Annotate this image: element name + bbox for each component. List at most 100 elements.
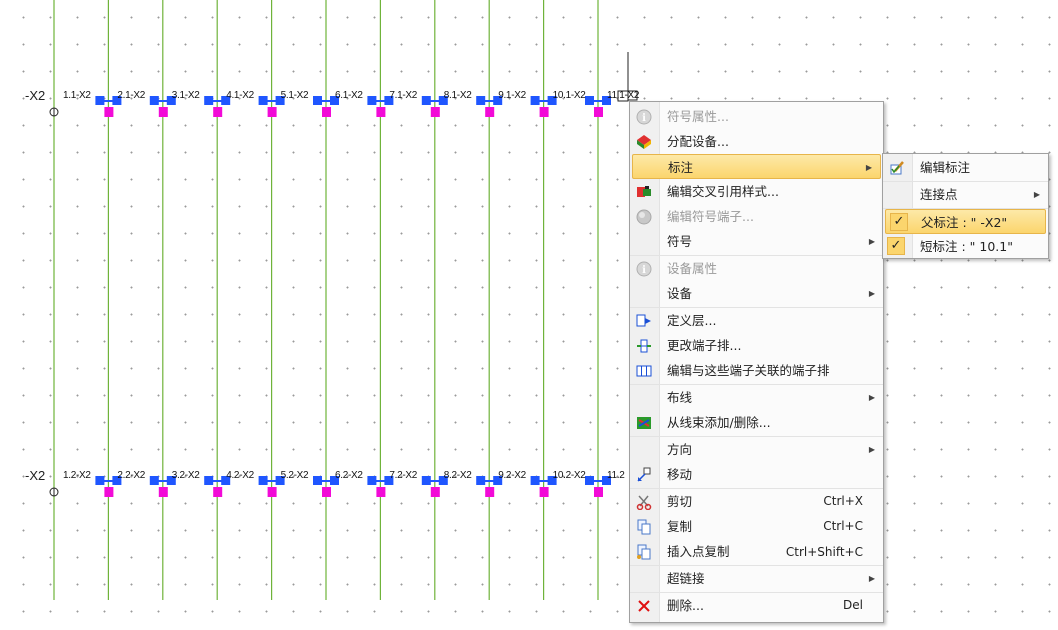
terminal-pin-bottom-10 — [594, 487, 603, 497]
submenu-arrow-icon: ▶ — [868, 574, 875, 583]
terminal-pin-top-5 — [322, 107, 331, 117]
menu-item-10[interactable]: 更改端子排... — [630, 333, 883, 358]
move-icon — [636, 467, 652, 483]
menu-item-label: 超链接 — [667, 571, 705, 586]
strip-label-top[interactable]: -X2 — [25, 88, 45, 103]
terminal-pin-top-2 — [158, 107, 168, 117]
menu-item-label: 设备 — [667, 286, 693, 301]
menu-item-2[interactable]: 分配设备... — [630, 129, 883, 154]
terminal-label[interactable]: 11.2 — [607, 470, 625, 481]
terminal-left-top-9 — [530, 96, 540, 105]
submenu-item-3[interactable]: ✓ 父标注 : " -X2" — [885, 209, 1046, 234]
menu-item-19[interactable]: 超链接 ▶ — [630, 566, 883, 593]
terminal-left-top-6 — [367, 96, 377, 105]
terminal-label[interactable]: 7.2-X2 — [389, 470, 417, 481]
terminal-label[interactable]: 6.2-X2 — [335, 470, 363, 481]
terminal-label[interactable]: 2.2-X2 — [117, 470, 145, 481]
delete-icon — [636, 598, 652, 614]
terminal-label[interactable]: 2.1-X2 — [117, 90, 145, 101]
menu-item-label: 从线束添加/删除... — [667, 415, 771, 430]
menu-item-1[interactable]: i 符号属性... — [630, 104, 883, 129]
menu-item-label: 符号属性... — [667, 109, 729, 124]
terminal-left-top-7 — [421, 96, 431, 105]
terminal-label[interactable]: 5.1-X2 — [281, 90, 309, 101]
menu-item-13[interactable]: 从线束添加/删除... — [630, 410, 883, 437]
menu-item-14[interactable]: 方向 ▶ — [630, 437, 883, 462]
menu-item-label: 方向 — [667, 442, 693, 457]
terminal-pin-top-10 — [594, 107, 603, 117]
define-layer-icon — [636, 313, 652, 329]
menu-item-label: 分配设备... — [667, 134, 729, 149]
info-icon: i — [636, 261, 652, 277]
submenu-item-2[interactable]: 连接点 ▶ — [883, 182, 1048, 209]
terminal-left-bottom-2 — [149, 476, 159, 485]
terminal-left-top-2 — [149, 96, 159, 105]
menu-item-label: 符号 — [667, 234, 693, 249]
svg-text:i: i — [642, 265, 646, 276]
menu-item-17[interactable]: 复制 Ctrl+C — [630, 514, 883, 539]
submenu-item-4[interactable]: ✓ 短标注 : " 10.1" — [883, 234, 1048, 259]
terminal-pin-bottom-8 — [485, 487, 495, 497]
menu-item-12[interactable]: 布线 ▶ — [630, 385, 883, 410]
menu-item-4[interactable]: 编辑交叉引用样式... — [630, 179, 883, 204]
terminal-label[interactable]: 4.1-X2 — [226, 90, 254, 101]
menu-item-11[interactable]: 编辑与这些端子关联的端子排 — [630, 358, 883, 385]
terminal-left-bottom-4 — [258, 476, 268, 485]
menu-item-label: 插入点复制 — [667, 544, 730, 559]
terminal-label[interactable]: 1.1-X2 — [63, 90, 91, 101]
terminal-label[interactable]: 11.1-X2 — [607, 90, 639, 101]
terminal-left-top-10 — [585, 96, 594, 105]
terminal-left-bottom-10 — [585, 476, 594, 485]
terminal-label[interactable]: 3.2-X2 — [172, 470, 200, 481]
menu-item-20[interactable]: 删除... Del — [630, 593, 883, 618]
menu-item-5[interactable]: 编辑符号端子... — [630, 204, 883, 229]
schematic-canvas[interactable] — [0, 0, 1058, 630]
menu-item-18[interactable]: 插入点复制 Ctrl+Shift+C — [630, 539, 883, 566]
menu-item-label: 布线 — [667, 390, 693, 405]
menu-item-label: 设备属性 — [667, 261, 718, 276]
menu-item-8[interactable]: 设备 ▶ — [630, 281, 883, 308]
submenu-item-1[interactable]: 编辑标注 — [883, 155, 1048, 182]
submenu-arrow-icon: ▶ — [865, 163, 872, 172]
edit-annotation-icon — [889, 160, 905, 176]
terminal-label[interactable]: 5.2-X2 — [281, 470, 309, 481]
terminal-pin-bottom-2 — [158, 487, 168, 497]
menu-item-label: 标注 — [668, 160, 694, 175]
checkmark-icon: ✓ — [887, 237, 905, 255]
menu-item-label: 剪切 — [667, 494, 693, 509]
menu-item-label: 定义层... — [667, 313, 717, 328]
info-icon: i — [636, 109, 652, 125]
terminal-label[interactable]: 8.1-X2 — [444, 90, 472, 101]
terminal-label[interactable]: 3.1-X2 — [172, 90, 200, 101]
menu-item-16[interactable]: 剪切 Ctrl+X — [630, 489, 883, 514]
terminal-label[interactable]: 9.1-X2 — [498, 90, 526, 101]
terminal-left-bottom-9 — [530, 476, 540, 485]
submenu-item-label: 短标注 : " 10.1" — [920, 239, 1013, 254]
terminal-label[interactable]: 10.1-X2 — [553, 90, 586, 101]
terminal-left-top-5 — [313, 96, 322, 105]
terminal-pin-top-6 — [376, 107, 386, 117]
terminal-label[interactable]: 1.2-X2 — [63, 470, 91, 481]
terminal-pin-bottom-4 — [267, 487, 277, 497]
terminal-label[interactable]: 10.2-X2 — [553, 470, 586, 481]
terminal-left-bottom-6 — [367, 476, 377, 485]
menu-item-9[interactable]: 定义层... — [630, 308, 883, 333]
menu-item-6[interactable]: 符号 ▶ — [630, 229, 883, 256]
menu-item-7[interactable]: i 设备属性 — [630, 256, 883, 281]
menu-shortcut: Del — [843, 598, 863, 612]
menu-item-15[interactable]: 移动 — [630, 462, 883, 489]
menu-item-label: 复制 — [667, 519, 693, 534]
terminal-label[interactable]: 7.1-X2 — [389, 90, 417, 101]
terminal-label[interactable]: 4.2-X2 — [226, 470, 254, 481]
submenu-arrow-icon: ▶ — [868, 393, 875, 402]
terminal-label[interactable]: 9.2-X2 — [498, 470, 526, 481]
menu-item-3[interactable]: 标注 ▶ — [632, 154, 881, 179]
terminal-pin-bottom-7 — [430, 487, 440, 497]
terminal-left-bottom-7 — [421, 476, 431, 485]
menu-item-label: 更改端子排... — [667, 338, 742, 353]
strip-label-bottom[interactable]: -X2 — [25, 468, 45, 483]
menu-shortcut: Ctrl+X — [823, 494, 863, 508]
terminal-label[interactable]: 6.1-X2 — [335, 90, 363, 101]
svg-text:i: i — [642, 113, 646, 124]
terminal-label[interactable]: 8.2-X2 — [444, 470, 472, 481]
